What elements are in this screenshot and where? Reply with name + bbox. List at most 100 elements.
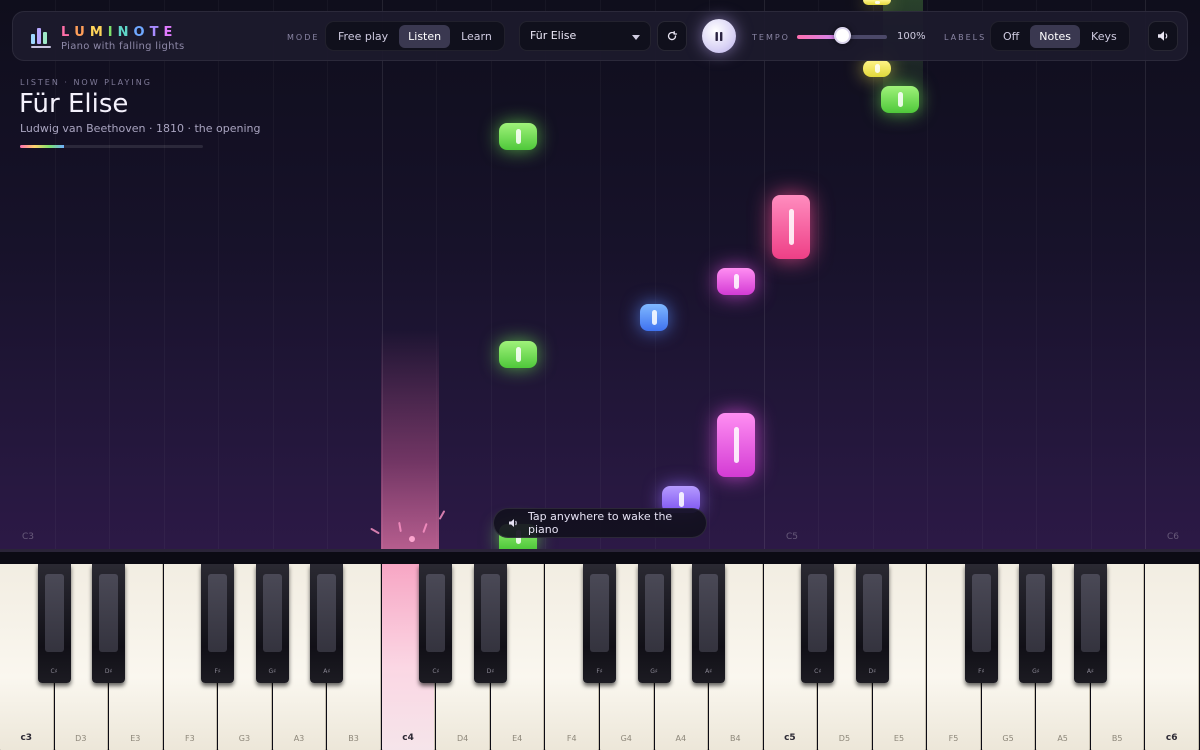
key-label: A5 — [1057, 734, 1068, 743]
key-label: c3 — [20, 733, 33, 743]
key-label: c6 — [1165, 733, 1178, 743]
key-label: F5 — [948, 734, 959, 743]
key-shine — [699, 574, 719, 652]
key-label: G♯ — [650, 668, 658, 675]
labels-off[interactable]: Off — [994, 25, 1028, 48]
key-label: c5 — [784, 733, 796, 743]
lane-divider — [600, 0, 601, 549]
key-label: G♯ — [268, 668, 276, 675]
labels-keys[interactable]: Keys — [1082, 25, 1126, 48]
song-progress-bar — [20, 145, 203, 148]
key-label: G5 — [1002, 734, 1014, 743]
key-shine — [808, 574, 828, 652]
lane-divider — [927, 0, 928, 549]
key-label: F♯ — [214, 668, 221, 675]
wake-piano-toast[interactable]: Tap anywhere to wake the piano — [493, 508, 707, 538]
active-key-beam — [381, 330, 439, 549]
key-label: C♯ — [50, 668, 58, 675]
falling-note — [863, 60, 891, 77]
key-label: D4 — [456, 734, 469, 743]
key-label: D♯ — [868, 668, 876, 675]
speaker-icon — [1157, 31, 1167, 41]
labels-label: LABELS — [944, 33, 987, 42]
lane-divider — [1145, 0, 1146, 549]
key-shine — [208, 574, 228, 652]
black-key[interactable]: A♯ — [692, 564, 726, 683]
song-title: Für Elise — [19, 89, 129, 119]
key-shine — [590, 574, 609, 652]
labels-segmented-control: Off Notes Keys — [990, 21, 1130, 51]
app-tagline: Piano with falling lights — [61, 41, 185, 52]
key-shine — [262, 574, 282, 652]
mode-learn[interactable]: Learn — [452, 25, 501, 48]
key-label: B5 — [1111, 734, 1123, 743]
mode-free-play[interactable]: Free play — [329, 25, 397, 48]
black-key[interactable]: G♯ — [1019, 564, 1053, 683]
key-shine — [1080, 574, 1100, 652]
tempo-value: 100% — [897, 31, 926, 42]
restart-button[interactable] — [657, 21, 687, 51]
lane-divider — [164, 0, 165, 549]
key-label: F♯ — [978, 668, 985, 675]
key-label: E3 — [130, 734, 141, 743]
speaker-icon — [508, 519, 517, 527]
mode-listen[interactable]: Listen — [399, 24, 451, 48]
falling-note — [717, 268, 755, 295]
key-shine — [480, 574, 500, 652]
key-shine — [1026, 574, 1046, 652]
lane-divider — [764, 0, 765, 549]
black-key[interactable]: G♯ — [255, 564, 289, 683]
black-key[interactable]: A♯ — [310, 564, 344, 683]
song-select[interactable]: Für Elise — [519, 21, 651, 51]
song-subtitle: Ludwig van Beethoven · 1810 · the openin… — [20, 122, 261, 135]
sound-toggle-button[interactable] — [1148, 21, 1178, 51]
black-key[interactable]: F♯ — [964, 564, 998, 683]
logo-letter: E — [163, 25, 178, 40]
logo-letter: U — [74, 25, 90, 40]
key-label: F♯ — [596, 668, 603, 675]
tempo-slider-thumb[interactable] — [833, 27, 851, 44]
key-label: D3 — [75, 734, 87, 743]
black-key[interactable]: F♯ — [583, 564, 616, 683]
key-label: A♯ — [705, 668, 713, 675]
black-key[interactable]: A♯ — [1073, 564, 1107, 683]
black-key[interactable]: G♯ — [637, 564, 671, 683]
black-key[interactable]: C♯ — [801, 564, 835, 683]
tempo-label: TEMPO — [752, 33, 790, 42]
lane-divider — [873, 0, 874, 549]
logo-letter: T — [149, 25, 164, 40]
mode-label: MODE — [287, 33, 320, 42]
play-pause-button[interactable] — [702, 19, 736, 53]
key-label: B3 — [348, 734, 359, 743]
lane-divider — [1091, 0, 1092, 549]
key-shine — [99, 574, 119, 652]
black-key[interactable]: D♯ — [92, 564, 126, 683]
key-label: C♯ — [432, 668, 440, 675]
key-label: c4 — [402, 733, 414, 743]
top-toolbar: LUMINOTE Piano with falling lights MODE … — [12, 11, 1188, 61]
key-label: G3 — [238, 734, 251, 743]
black-key[interactable]: D♯ — [855, 564, 889, 683]
key-label: F3 — [185, 734, 195, 743]
black-key[interactable]: D♯ — [473, 564, 507, 683]
lane-divider — [218, 0, 219, 549]
pause-icon — [715, 31, 723, 41]
lane-divider — [818, 0, 819, 549]
falling-note — [499, 341, 537, 368]
labels-notes[interactable]: Notes — [1030, 24, 1081, 48]
black-key[interactable]: F♯ — [201, 564, 235, 683]
white-key-c6[interactable]: c6 — [1145, 564, 1199, 750]
key-label: E4 — [512, 734, 523, 743]
lane-divider — [1036, 0, 1037, 549]
falling-notes-stage[interactable]: C3 C5 C6 LISTEN · NOW PLAYING Für Elise … — [0, 0, 1200, 549]
key-shine — [862, 574, 882, 652]
black-key[interactable]: C♯ — [37, 564, 71, 683]
logo-letter: O — [133, 25, 150, 40]
key-label: D♯ — [486, 668, 495, 675]
key-label: F4 — [566, 734, 577, 743]
song-eyebrow: LISTEN · NOW PLAYING — [20, 78, 152, 87]
black-key[interactable]: C♯ — [419, 564, 453, 683]
key-label: D♯ — [104, 668, 113, 675]
lane-divider — [273, 0, 274, 549]
key-label: C♯ — [814, 668, 822, 675]
